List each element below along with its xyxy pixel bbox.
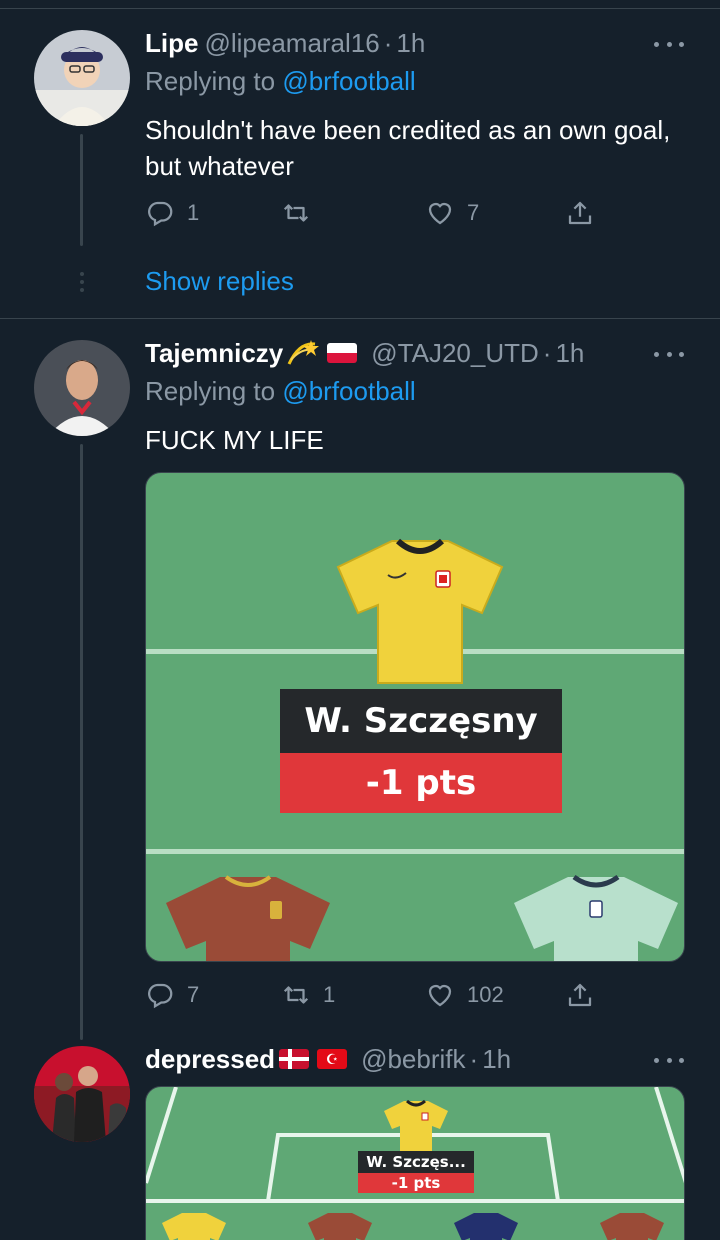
denmark-flag-icon xyxy=(279,1049,310,1069)
more-icon[interactable] xyxy=(654,34,684,54)
dizzy-emoji-icon xyxy=(287,340,320,365)
player-name: W. Szczęs... xyxy=(358,1151,474,1173)
like-button[interactable]: 7 xyxy=(425,196,479,230)
england-shirt-icon xyxy=(514,874,678,961)
goalkeeper-shirt-icon xyxy=(336,538,504,684)
player-name: W. Szczęsny xyxy=(280,689,562,753)
user-handle[interactable]: @TAJ20_UTD xyxy=(371,338,539,369)
turkey-flag-icon: ☪ xyxy=(317,1049,348,1069)
tweet-actions: 7 1 102 xyxy=(145,978,605,1012)
like-count: 102 xyxy=(467,982,504,1007)
share-icon xyxy=(568,201,592,225)
player-card: W. Szczęs... -1 pts xyxy=(358,1151,474,1193)
tweet-text: Shouldn't have been credited as an own g… xyxy=(145,115,671,181)
player-points: -1 pts xyxy=(280,753,562,813)
user-handle[interactable]: @bebrifk xyxy=(361,1044,465,1075)
poland-flag-icon xyxy=(327,343,358,363)
player-points: -1 pts xyxy=(358,1173,474,1193)
reply-count: 7 xyxy=(187,982,200,1007)
tweet-media-image[interactable]: W. Szczęs... -1 pts xyxy=(145,1086,685,1240)
reply-button[interactable]: 7 xyxy=(145,978,199,1012)
display-name[interactable]: depressed xyxy=(145,1044,275,1075)
share-button[interactable] xyxy=(565,196,607,230)
avatar[interactable] xyxy=(34,30,130,126)
replying-mention[interactable]: @brfootball xyxy=(282,66,415,96)
separator-dot: · xyxy=(383,27,393,58)
replying-to: Replying to @brfootball xyxy=(145,376,416,407)
share-button[interactable] xyxy=(565,978,607,1012)
more-icon[interactable] xyxy=(654,344,684,364)
replying-prefix: Replying to xyxy=(145,66,283,96)
player-shirt-icon xyxy=(600,1213,664,1240)
tweet-header: Tajemniczy @TAJ20_UTD · 1h xyxy=(145,336,584,370)
timestamp[interactable]: 1h xyxy=(482,1044,511,1075)
retweet-button[interactable]: 1 xyxy=(281,978,335,1012)
retweet-icon xyxy=(283,986,309,1004)
goalkeeper-shirt-icon xyxy=(384,1099,448,1153)
more-icon[interactable] xyxy=(654,1050,684,1070)
user-handle[interactable]: @lipeamaral16 xyxy=(204,28,379,59)
top-divider xyxy=(0,8,720,9)
reply-icon xyxy=(148,983,173,1009)
tweet-actions: 1 7 xyxy=(145,196,605,230)
tweet-header: Lipe @lipeamaral16 · 1h xyxy=(145,26,425,60)
tweet-text: FUCK MY LIFE xyxy=(145,425,324,455)
avatar-image xyxy=(34,340,130,436)
avatar-image xyxy=(34,1046,130,1142)
player-shirt-icon xyxy=(454,1213,518,1240)
retweet-count: 1 xyxy=(323,982,336,1007)
separator-dot: · xyxy=(469,1043,479,1074)
avatar[interactable] xyxy=(34,1046,130,1142)
retweet-button[interactable] xyxy=(281,196,323,230)
player-card: W. Szczęsny -1 pts xyxy=(280,689,562,813)
avatar-image xyxy=(34,30,130,126)
thread-line xyxy=(80,134,83,246)
like-icon xyxy=(428,984,452,1007)
like-icon xyxy=(428,202,452,225)
player-shirt-icon xyxy=(162,1213,226,1240)
display-name[interactable]: Tajemniczy xyxy=(145,338,283,369)
avatar[interactable] xyxy=(34,340,130,436)
display-name[interactable]: Lipe xyxy=(145,28,198,59)
tweet-divider xyxy=(0,318,720,319)
reply-button[interactable]: 1 xyxy=(145,196,199,230)
show-replies-link[interactable]: Show replies xyxy=(145,266,294,297)
separator-dot: · xyxy=(542,337,552,368)
share-icon xyxy=(568,983,592,1007)
retweet-icon xyxy=(283,204,309,222)
timestamp[interactable]: 1h xyxy=(555,338,584,369)
spain-shirt-icon xyxy=(166,875,330,961)
replying-to: Replying to @brfootball xyxy=(145,66,416,97)
like-count: 7 xyxy=(467,200,480,225)
replying-mention[interactable]: @brfootball xyxy=(282,376,415,406)
reply-count: 1 xyxy=(187,200,200,225)
like-button[interactable]: 102 xyxy=(425,978,504,1012)
reply-icon xyxy=(148,201,173,227)
player-shirt-icon xyxy=(308,1213,372,1240)
tweet-header: depressed ☪ @bebrifk · 1h xyxy=(145,1042,511,1076)
more-replies-dots xyxy=(80,272,84,296)
tweet-media-image[interactable]: W. Szczęsny -1 pts xyxy=(145,472,685,962)
timestamp[interactable]: 1h xyxy=(396,28,425,59)
replying-prefix: Replying to xyxy=(145,376,283,406)
pitch-line xyxy=(146,849,684,854)
thread-line xyxy=(80,444,83,1040)
